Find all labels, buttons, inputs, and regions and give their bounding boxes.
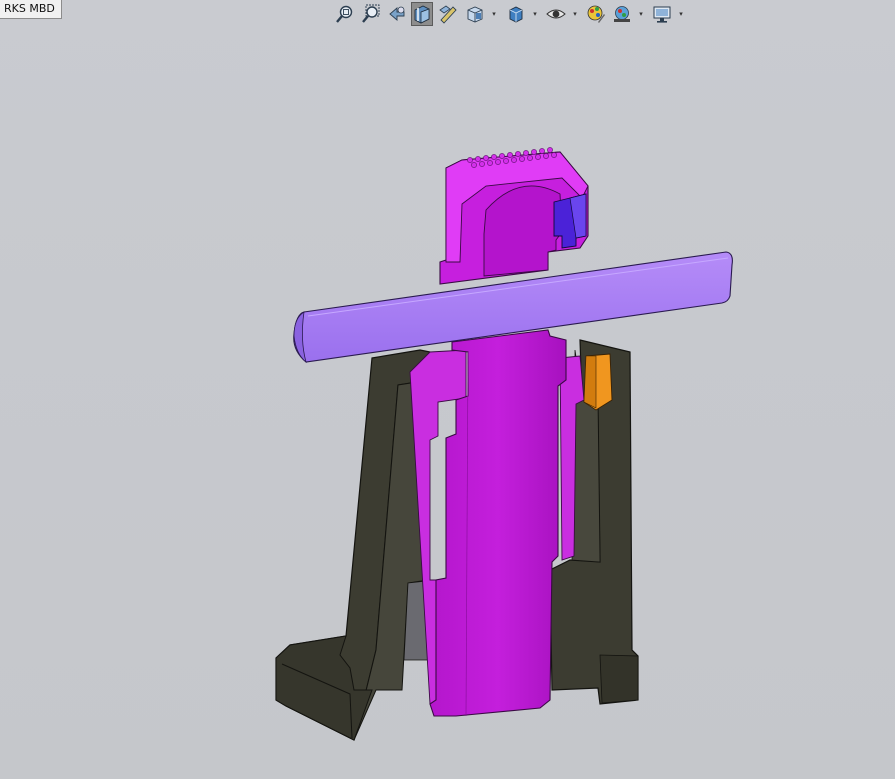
zoom-to-area-icon: [362, 4, 380, 23]
hide-show-items-dropdown-icon[interactable]: ▾: [571, 10, 579, 18]
dynamic-annotation-views-button[interactable]: [437, 2, 459, 26]
detent-insert[interactable]: [583, 353, 613, 411]
edit-appearance-icon: [587, 5, 605, 23]
plunger-head[interactable]: [439, 147, 589, 285]
view-orientation-dropdown-icon[interactable]: ▾: [490, 10, 498, 18]
display-style-button[interactable]: [505, 2, 527, 26]
hide-show-items-icon: [546, 9, 566, 19]
apply-scene-dropdown-icon[interactable]: ▾: [637, 10, 645, 18]
previous-view-icon: [389, 6, 405, 21]
view-settings-button[interactable]: [651, 2, 673, 26]
dynamic-annotation-views-icon: [439, 5, 457, 24]
view-settings-dropdown-icon[interactable]: ▾: [677, 10, 685, 18]
section-view-button[interactable]: [411, 2, 433, 26]
edit-appearance-button[interactable]: [585, 2, 607, 26]
graphics-area[interactable]: [0, 30, 895, 779]
zoom-to-fit-icon: [336, 5, 353, 23]
view-orientation-button[interactable]: [464, 2, 486, 26]
feature-manager-tab[interactable]: RKS MBD: [0, 0, 62, 19]
heads-up-view-toolbar: ▾ ▾ ▾ ▾ ▾: [334, 2, 694, 26]
zoom-to-area-button[interactable]: [360, 2, 382, 26]
section-view-icon: [414, 5, 430, 24]
zoom-to-fit-button[interactable]: [334, 2, 356, 26]
view-settings-icon: [653, 6, 671, 23]
view-orientation-icon: [467, 6, 483, 23]
previous-view-button[interactable]: [386, 2, 408, 26]
apply-scene-button[interactable]: [611, 2, 633, 26]
hide-show-items-button[interactable]: [545, 2, 567, 26]
apply-scene-icon: [614, 6, 630, 22]
display-style-dropdown-icon[interactable]: ▾: [531, 10, 539, 18]
display-style-icon: [509, 6, 523, 23]
